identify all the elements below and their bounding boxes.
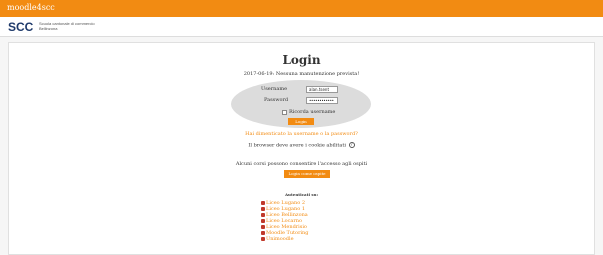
identity-providers-heading: Autenticati su: — [284, 192, 319, 197]
password-input[interactable]: •••••••••••• — [306, 97, 338, 104]
username-input[interactable]: alan.tsent — [306, 86, 338, 93]
provider-icon — [261, 212, 265, 217]
site-brand-link[interactable]: moodle4scc — [7, 3, 55, 12]
cookies-row: Il browser deve avere i cookie abilitati… — [0, 142, 603, 149]
username-label: Username — [261, 86, 288, 92]
identity-provider-list: Liceo Lugano 2 Liceo Lugano 1 Liceo Bell… — [261, 200, 308, 242]
question-circle-icon[interactable]: ? — [348, 142, 355, 148]
cookies-notice: Il browser deve avere i cookie abilitati — [248, 142, 346, 149]
page-title: Login — [282, 53, 321, 67]
scc-logo[interactable]: SCC — [8, 20, 35, 33]
password-label: Password — [264, 97, 289, 103]
guest-notice: Alcuni corsi possono consentire l'access… — [235, 161, 368, 167]
remember-username-label[interactable]: Ricorda username — [289, 109, 335, 115]
provider-icon — [261, 236, 265, 241]
remember-username-checkbox[interactable] — [282, 110, 287, 115]
svg-text:SCC: SCC — [8, 20, 34, 33]
provider-icon — [261, 224, 265, 229]
provider-icon — [261, 206, 265, 211]
maintenance-notice: 2017-06-19: Nessuna manutenzione previst… — [243, 71, 360, 77]
identity-provider-link[interactable]: Unimoodle — [261, 236, 308, 242]
provider-label: Unimoodle — [266, 236, 294, 242]
forgot-credentials-link[interactable]: Hai dimenticato la username o la passwor… — [245, 131, 358, 137]
provider-icon — [261, 218, 265, 223]
top-bar: moodle4scc — [0, 0, 603, 17]
school-name: Scuola cantonale di commercio Bellinzona — [39, 21, 95, 31]
provider-icon — [261, 200, 265, 205]
guest-login-button[interactable]: Login come ospite — [284, 170, 330, 178]
forgot-credentials-row: Hai dimenticato la username o la passwor… — [0, 131, 603, 137]
login-button[interactable]: Login — [288, 118, 314, 125]
school-name-line2: Bellinzona — [39, 26, 58, 31]
school-header: SCC Scuola cantonale di commercio Bellin… — [0, 17, 603, 37]
provider-icon — [261, 230, 265, 235]
